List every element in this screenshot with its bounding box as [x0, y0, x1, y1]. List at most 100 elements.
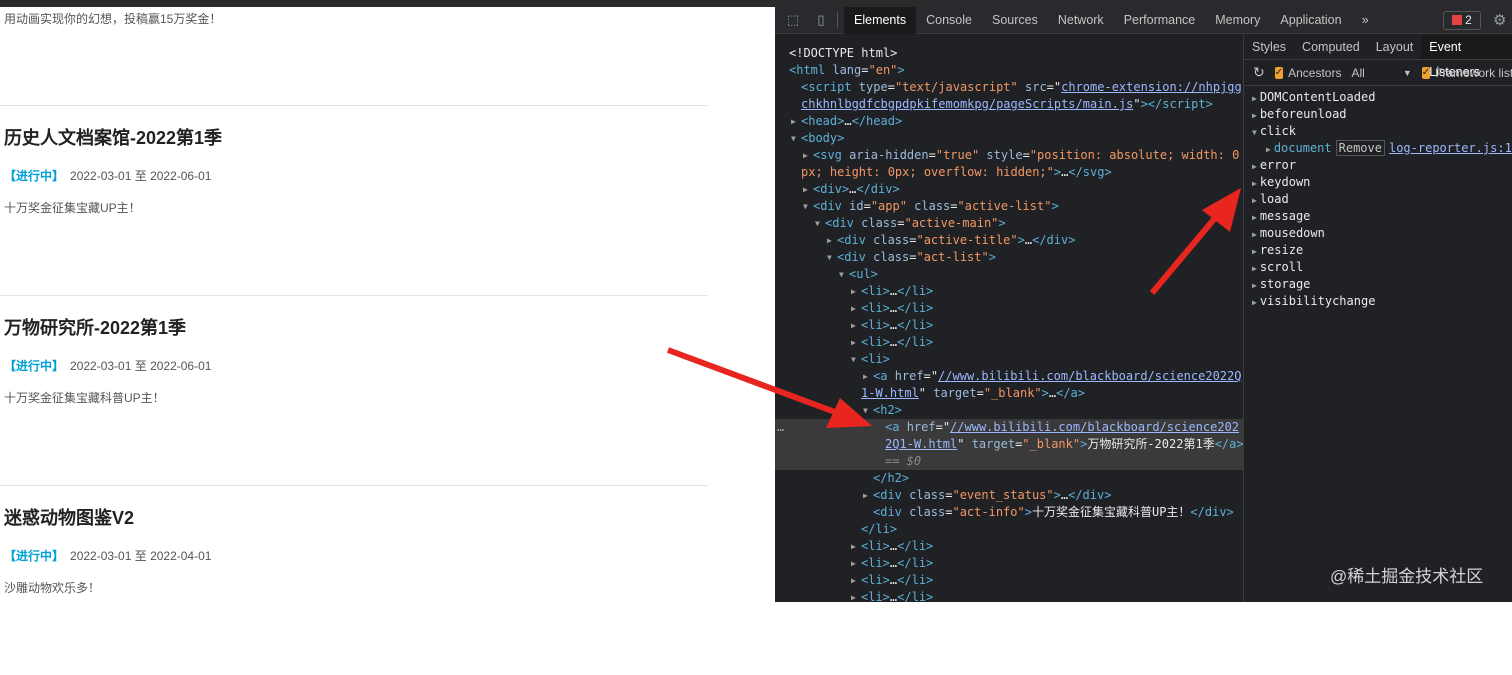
expand-triangle-icon[interactable]: ▶ [851, 572, 856, 589]
collapse-triangle-icon[interactable]: ▼ [1252, 128, 1257, 137]
tab-computed[interactable]: Computed [1294, 35, 1368, 59]
event-listener-type[interactable]: ▶ beforeunload [1244, 106, 1512, 123]
dom-node-line[interactable]: ▼ <body> [775, 130, 1243, 147]
error-count-badge[interactable]: 2 [1443, 11, 1481, 30]
settings-gear-icon[interactable]: ⚙ [1493, 11, 1506, 29]
dom-node-line[interactable]: ▶ <li>…</li> [775, 283, 1243, 300]
collapse-triangle-icon[interactable]: ▼ [791, 130, 796, 147]
tab-elements[interactable]: Elements [844, 6, 917, 34]
collapse-triangle-icon[interactable]: ▼ [803, 198, 808, 215]
dom-node-line[interactable]: 1-W.html" target="_blank">…</a> [775, 385, 1243, 402]
framework-listeners-checkbox[interactable]: ✓ [1421, 66, 1431, 79]
collapse-triangle-icon[interactable]: ▼ [851, 351, 856, 368]
dom-node-line[interactable]: ▼ <div id="app" class="active-list"> [775, 198, 1243, 215]
expand-triangle-icon[interactable]: ▶ [851, 283, 856, 300]
expand-triangle-icon[interactable]: ▶ [1252, 247, 1257, 256]
expand-triangle-icon[interactable]: ▶ [1252, 196, 1257, 205]
dom-node-line[interactable]: <html lang="en"> [775, 62, 1243, 79]
activity-title[interactable]: 万物研究所-2022第1季 [4, 314, 186, 340]
dom-node-line[interactable]: </li> [775, 521, 1243, 538]
collapse-triangle-icon[interactable]: ▼ [827, 249, 832, 266]
dom-node-line[interactable]: ▶ <li>…</li> [775, 589, 1243, 602]
expand-triangle-icon[interactable]: ▶ [803, 147, 808, 164]
expand-triangle-icon[interactable]: ▶ [851, 555, 856, 572]
expand-triangle-icon[interactable]: ▶ [863, 368, 868, 385]
event-listener-type[interactable]: ▶ storage [1244, 276, 1512, 293]
dom-node-line[interactable]: ▶ <head>…</head> [775, 113, 1243, 130]
collapse-triangle-icon[interactable]: ▼ [839, 266, 844, 283]
event-listener-type[interactable]: ▶ error [1244, 157, 1512, 174]
expand-triangle-icon[interactable]: ▶ [851, 300, 856, 317]
inspect-element-icon[interactable]: ⬚ [783, 12, 803, 28]
activity-title[interactable]: 迷惑动物图鉴V2 [4, 504, 134, 530]
attr-link[interactable]: 2Q1-W.html [885, 437, 957, 451]
refresh-icon[interactable]: ↻ [1253, 64, 1265, 81]
expand-triangle-icon[interactable]: ▶ [791, 113, 796, 130]
ancestors-filter-select[interactable]: All [1351, 66, 1364, 80]
attr-link[interactable]: //www.bilibili.com/blackboard/science202… [938, 369, 1241, 383]
tab-sources[interactable]: Sources [982, 7, 1048, 34]
device-toolbar-icon[interactable]: ▯ [811, 12, 831, 28]
dom-node-line[interactable]: <a href="//www.bilibili.com/blackboard/s… [775, 419, 1243, 436]
expand-triangle-icon[interactable]: ▶ [1252, 281, 1257, 290]
ancestors-checkbox[interactable]: ✓ [1274, 66, 1284, 79]
dom-node-line[interactable]: ▶ <div class="active-title">…</div> [775, 232, 1243, 249]
event-listener-type[interactable]: ▶ mousedown [1244, 225, 1512, 242]
chevron-down-icon[interactable]: ▼ [1403, 68, 1412, 78]
event-listener-type[interactable]: ▶ message [1244, 208, 1512, 225]
dom-node-line[interactable]: <div class="act-info">十万奖金征集宝藏科普UP主！</di… [775, 504, 1243, 521]
dom-node-line[interactable]: <!DOCTYPE html> [775, 45, 1243, 62]
expand-triangle-icon[interactable]: ▶ [863, 487, 868, 504]
expand-triangle-icon[interactable]: ▶ [1252, 179, 1257, 188]
expand-triangle-icon[interactable]: ▶ [851, 317, 856, 334]
expand-triangle-icon[interactable]: ▶ [1252, 162, 1257, 171]
attr-link[interactable]: //www.bilibili.com/blackboard/science202 [950, 420, 1239, 434]
dom-node-line[interactable]: ▶ <li>…</li> [775, 572, 1243, 589]
tab-network[interactable]: Network [1048, 7, 1114, 34]
dom-tree[interactable]: <!DOCTYPE html> <html lang="en"> <script t… [775, 35, 1243, 602]
collapse-triangle-icon[interactable]: ▼ [815, 215, 820, 232]
dom-node-line[interactable]: ▶ <div>…</div> [775, 181, 1243, 198]
dom-node-line[interactable]: ▼ <ul> [775, 266, 1243, 283]
collapse-triangle-icon[interactable]: ▼ [863, 402, 868, 419]
listener-source-link[interactable]: log-reporter.js:1 [1389, 141, 1512, 155]
more-tabs-button[interactable]: » [1352, 7, 1379, 34]
dom-node-line[interactable]: ▶ <a href="//www.bilibili.com/blackboard/… [775, 368, 1243, 385]
expand-triangle-icon[interactable]: ▶ [1266, 145, 1271, 154]
expand-triangle-icon[interactable]: ▶ [851, 334, 856, 351]
attr-link[interactable]: chrome-extension://nhpjgg [1061, 80, 1242, 94]
expand-triangle-icon[interactable]: ▶ [827, 232, 832, 249]
dom-node-line[interactable]: </h2> [775, 470, 1243, 487]
expand-triangle-icon[interactable]: ▶ [1252, 94, 1257, 103]
dom-node-line[interactable]: ▶ <svg aria-hidden="true" style="position… [775, 147, 1243, 164]
event-listener-type[interactable]: ▶ visibilitychange [1244, 293, 1512, 310]
activity-title[interactable]: 历史人文档案馆-2022第1季 [4, 124, 222, 150]
dom-node-line[interactable]: ▶ <li>…</li> [775, 555, 1243, 572]
dom-node-line[interactable]: 2Q1-W.html" target="_blank">万物研究所-2022第1… [775, 436, 1243, 453]
dom-node-line[interactable]: ▼ <div class="active-main"> [775, 215, 1243, 232]
event-listener-type[interactable]: ▶ scroll [1244, 259, 1512, 276]
tab-console[interactable]: Console [916, 7, 982, 34]
tab-application[interactable]: Application [1270, 7, 1351, 34]
dom-node-line[interactable]: ▶ <li>…</li> [775, 300, 1243, 317]
dom-node-line[interactable]: ▼ <li> [775, 351, 1243, 368]
event-listener-type[interactable]: ▶ resize [1244, 242, 1512, 259]
expand-triangle-icon[interactable]: ▶ [851, 589, 856, 602]
dom-node-line[interactable]: ▶ <li>…</li> [775, 317, 1243, 334]
tab-memory[interactable]: Memory [1205, 7, 1270, 34]
dom-node-line[interactable]: px; height: 0px; overflow: hidden;">…</s… [775, 164, 1243, 181]
tab-layout[interactable]: Layout [1368, 35, 1422, 59]
attr-link[interactable]: chkhnlbgdfcbgpdpkifemomkpg/pageScripts/m… [801, 97, 1133, 111]
dom-node-line[interactable]: chkhnlbgdfcbgpdpkifemomkpg/pageScripts/m… [775, 96, 1243, 113]
tab-event-listeners[interactable]: Event Listeners [1421, 35, 1512, 79]
tab-styles[interactable]: Styles [1244, 35, 1294, 59]
event-listener-type[interactable]: ▶ DOMContentLoaded [1244, 89, 1512, 106]
event-listener-type[interactable]: ▼ click [1244, 123, 1512, 140]
expand-triangle-icon[interactable]: ▶ [1252, 230, 1257, 239]
dom-node-line[interactable]: <script type="text/javascript" src="chro… [775, 79, 1243, 96]
expand-triangle-icon[interactable]: ▶ [1252, 111, 1257, 120]
expand-triangle-icon[interactable]: ▶ [1252, 264, 1257, 273]
dom-node-line[interactable]: ▶ <li>…</li> [775, 334, 1243, 351]
dom-node-line[interactable]: ▼ <div class="act-list"> [775, 249, 1243, 266]
event-listener-type[interactable]: ▶ load [1244, 191, 1512, 208]
